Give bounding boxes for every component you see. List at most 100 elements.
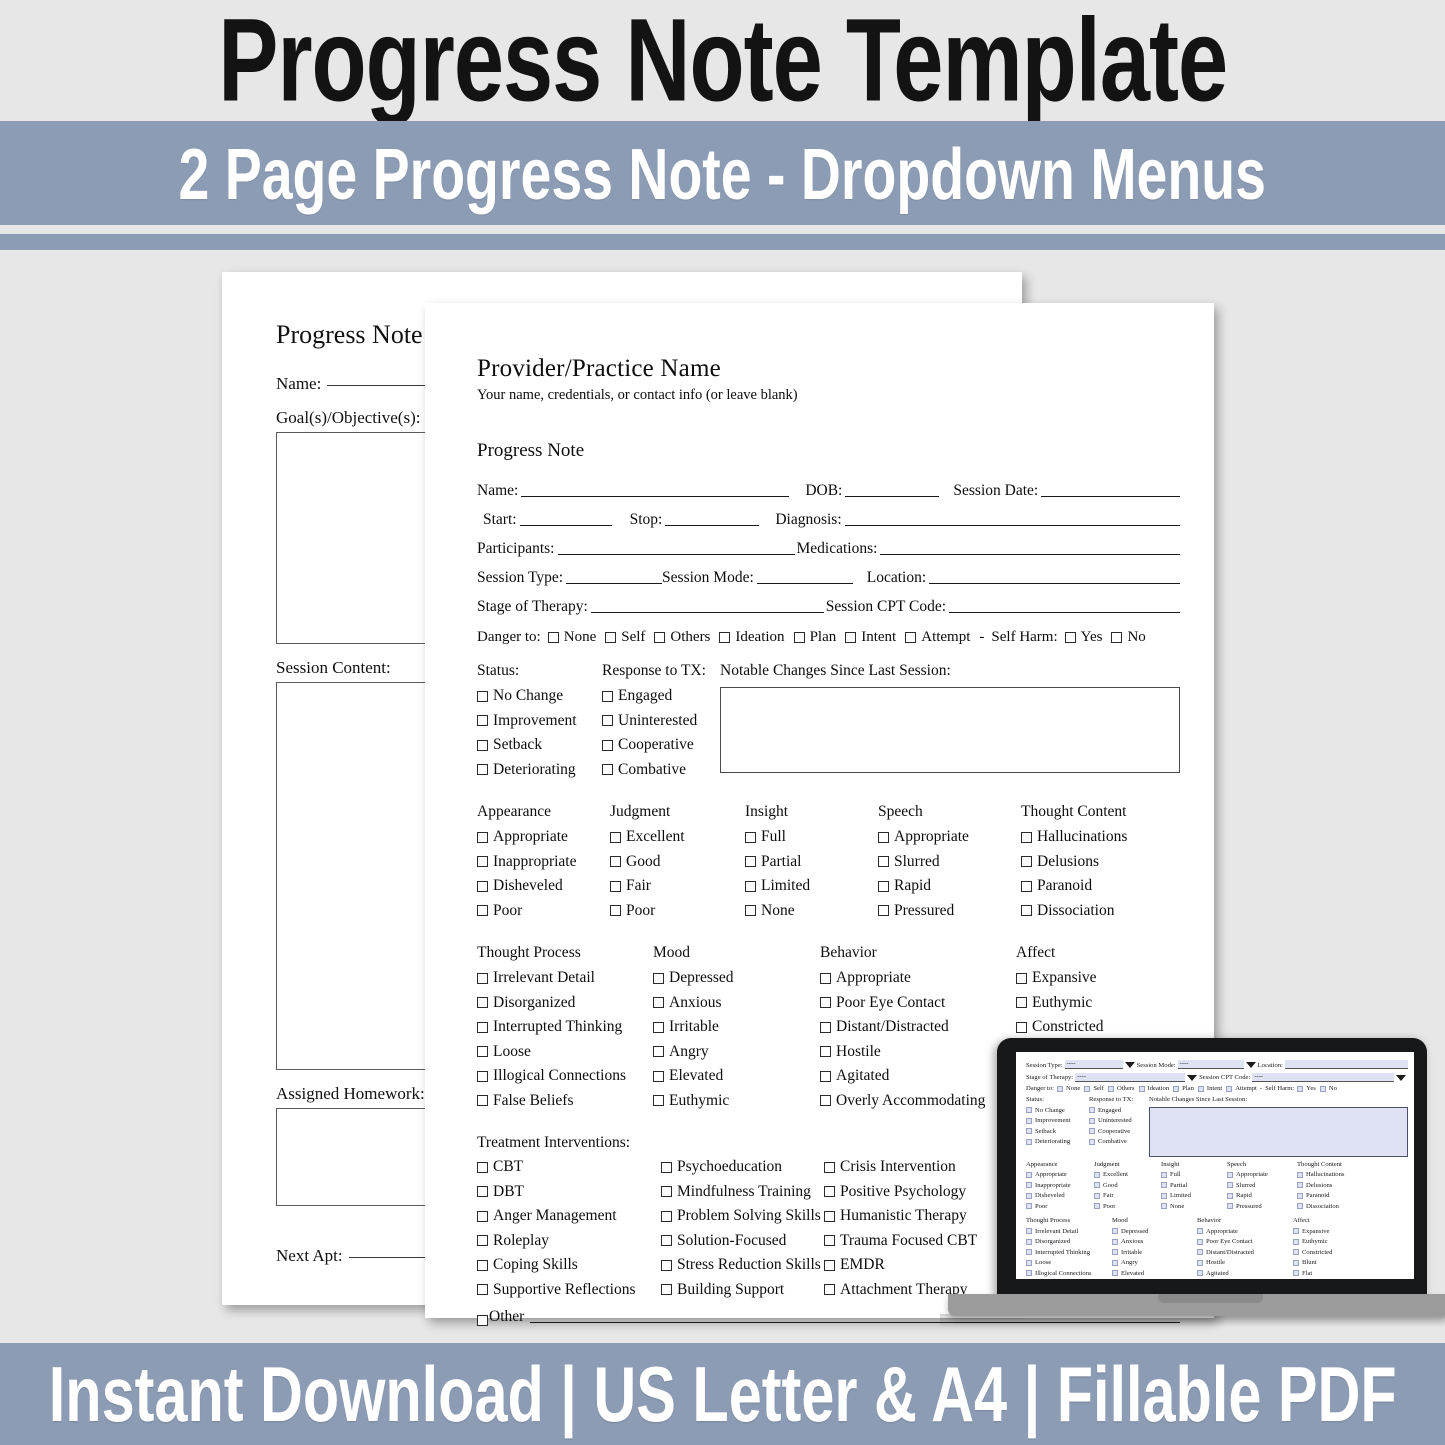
- chevron-down-icon[interactable]: [1187, 1074, 1198, 1081]
- checkbox-icon[interactable]: [1089, 1117, 1095, 1124]
- checkbox-icon[interactable]: [1026, 1171, 1032, 1178]
- checkbox-icon[interactable]: [1297, 1085, 1304, 1092]
- checkbox-icon[interactable]: [1026, 1107, 1032, 1114]
- mini-status-option[interactable]: Improvement: [1026, 1117, 1089, 1124]
- mini-notable-textarea[interactable]: [1149, 1106, 1408, 1157]
- mse-option[interactable]: Rapid: [878, 877, 1021, 895]
- mse-option[interactable]: Full: [745, 828, 878, 846]
- checkbox-icon[interactable]: [1026, 1182, 1032, 1189]
- checkbox-icon[interactable]: [602, 739, 613, 751]
- start-input[interactable]: [519, 525, 612, 526]
- mse-option[interactable]: Poor: [610, 902, 745, 920]
- checkbox-icon[interactable]: [1297, 1171, 1303, 1178]
- checkbox-icon[interactable]: [1319, 1085, 1326, 1092]
- treatment-option[interactable]: Problem Solving Skills: [661, 1207, 824, 1225]
- checkbox-icon[interactable]: [1227, 1203, 1233, 1210]
- checkbox-icon[interactable]: [824, 1161, 835, 1173]
- checkbox-icon[interactable]: [661, 1284, 672, 1295]
- mse-option[interactable]: Distant/Distracted: [820, 1018, 1016, 1036]
- mini-mse-option[interactable]: Flat: [1293, 1270, 1408, 1277]
- checkbox-icon[interactable]: [1089, 1128, 1095, 1135]
- checkbox-icon[interactable]: [1094, 1182, 1100, 1189]
- dob-input[interactable]: [845, 496, 940, 497]
- danger-option-self[interactable]: Self: [605, 629, 645, 646]
- checkbox-icon[interactable]: [1026, 1117, 1032, 1124]
- mini-mse-option[interactable]: None: [1161, 1203, 1227, 1210]
- mse-option[interactable]: Fair: [610, 877, 745, 895]
- status-option-no-change[interactable]: No Change: [477, 687, 602, 705]
- checkbox-icon[interactable]: [1293, 1249, 1299, 1256]
- mini-mse-option[interactable]: Poor Eye Contact: [1197, 1238, 1293, 1245]
- checkbox-icon[interactable]: [1197, 1228, 1203, 1235]
- mini-self-harm-no[interactable]: No: [1319, 1085, 1337, 1092]
- treatment-option[interactable]: DBT: [477, 1183, 661, 1201]
- mini-mse-option[interactable]: Poor: [1026, 1203, 1094, 1210]
- checkbox-icon[interactable]: [602, 715, 613, 726]
- checkbox-icon[interactable]: [1161, 1203, 1167, 1210]
- checkbox-icon[interactable]: [1293, 1228, 1299, 1235]
- checkbox-icon[interactable]: [610, 905, 621, 916]
- treatment-option[interactable]: Mindfulness Training: [661, 1183, 824, 1201]
- checkbox-icon[interactable]: [1026, 1249, 1032, 1256]
- chevron-down-icon[interactable]: [1124, 1062, 1135, 1068]
- mse-option[interactable]: Paranoid: [1021, 877, 1180, 895]
- checkbox-icon[interactable]: [1197, 1085, 1204, 1092]
- treatment-option[interactable]: CBT: [477, 1158, 661, 1176]
- danger-option-intent[interactable]: Intent: [845, 629, 896, 646]
- response-option-uninterested[interactable]: Uninterested: [602, 712, 720, 730]
- session-date-input[interactable]: [1041, 496, 1180, 497]
- checkbox-icon[interactable]: [602, 690, 613, 702]
- checkbox-icon[interactable]: [1112, 1249, 1118, 1256]
- checkbox-icon[interactable]: [653, 997, 664, 1008]
- checkbox-icon[interactable]: [745, 831, 756, 843]
- checkbox-icon[interactable]: [793, 632, 805, 643]
- danger-option-others[interactable]: Others: [654, 629, 710, 646]
- mini-mse-option[interactable]: Rapid: [1227, 1192, 1297, 1199]
- mini-mse-option[interactable]: Inappropriate: [1026, 1182, 1094, 1189]
- treatment-option[interactable]: Stress Reduction Skills: [661, 1256, 824, 1274]
- checkbox-icon[interactable]: [1161, 1192, 1167, 1199]
- mse-option[interactable]: Appropriate: [820, 969, 1016, 987]
- mse-option[interactable]: Constricted: [1016, 1018, 1180, 1036]
- mse-option[interactable]: Appropriate: [878, 828, 1021, 846]
- checkbox-icon[interactable]: [1297, 1182, 1303, 1189]
- mini-response-option[interactable]: Uninterested: [1089, 1117, 1149, 1124]
- checkbox-icon[interactable]: [1089, 1107, 1095, 1114]
- mini-mse-option[interactable]: Appropriate: [1227, 1171, 1297, 1178]
- checkbox-icon[interactable]: [1161, 1182, 1167, 1189]
- mini-mse-option[interactable]: Dissociation: [1297, 1203, 1408, 1210]
- mini-mse-option[interactable]: Pressured: [1227, 1203, 1297, 1210]
- checkbox-icon[interactable]: [878, 905, 889, 916]
- mini-danger-attempt[interactable]: Attempt: [1226, 1085, 1257, 1092]
- checkbox-icon[interactable]: [477, 739, 488, 751]
- checkbox-icon[interactable]: [1107, 1085, 1114, 1092]
- checkbox-icon[interactable]: [661, 1210, 672, 1222]
- checkbox-icon[interactable]: [477, 1235, 488, 1246]
- checkbox-icon[interactable]: [661, 1259, 672, 1271]
- mini-location-input[interactable]: [1284, 1060, 1408, 1069]
- treatment-option[interactable]: Supportive Reflections: [477, 1281, 661, 1299]
- self-harm-option-no[interactable]: No: [1111, 629, 1146, 646]
- mse-option[interactable]: Excellent: [610, 828, 745, 846]
- checkbox-icon[interactable]: [477, 1095, 488, 1106]
- checkbox-icon[interactable]: [661, 1186, 672, 1197]
- checkbox-icon[interactable]: [654, 632, 666, 643]
- checkbox-icon[interactable]: [820, 972, 831, 984]
- checkbox-icon[interactable]: [1021, 856, 1032, 867]
- checkbox-icon[interactable]: [602, 764, 613, 775]
- checkbox-icon[interactable]: [1021, 831, 1032, 843]
- checkbox-icon[interactable]: [1197, 1270, 1203, 1277]
- checkbox-icon[interactable]: [477, 690, 488, 702]
- mini-mse-option[interactable]: Full: [1161, 1171, 1227, 1178]
- mini-session-type-dropdown[interactable]: ----: [1064, 1060, 1123, 1069]
- checkbox-icon[interactable]: [477, 856, 488, 867]
- checkbox-icon[interactable]: [905, 632, 917, 643]
- mse-option[interactable]: Slurred: [878, 853, 1021, 871]
- checkbox-icon[interactable]: [820, 1021, 831, 1033]
- mini-mse-option[interactable]: Irritable: [1112, 1249, 1197, 1256]
- mini-cpt-dropdown[interactable]: ----: [1252, 1072, 1394, 1082]
- stop-input[interactable]: [665, 525, 760, 526]
- checkbox-icon[interactable]: [824, 1210, 835, 1222]
- mini-mse-option[interactable]: Euthymic: [1293, 1238, 1408, 1245]
- mse-option[interactable]: Appropriate: [477, 828, 610, 846]
